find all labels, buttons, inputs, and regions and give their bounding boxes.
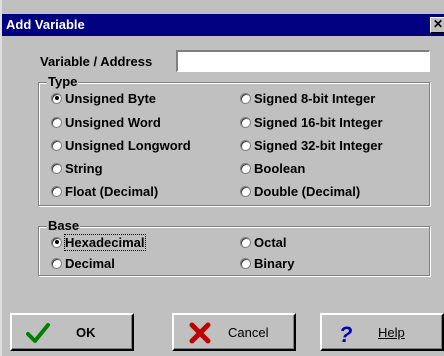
radio-indicator xyxy=(240,257,251,269)
radio-hexadecimal[interactable]: Hexadecimal xyxy=(51,233,146,251)
radio-unsigned-longword[interactable]: Unsigned Longword xyxy=(51,137,191,153)
help-label: Help xyxy=(378,325,405,340)
x-icon xyxy=(189,322,211,344)
radio-decimal[interactable]: Decimal xyxy=(51,255,115,271)
radio-indicator xyxy=(240,162,251,174)
dialog-title: Add Variable xyxy=(6,17,85,32)
address-input[interactable] xyxy=(176,50,430,72)
radio-indicator xyxy=(51,162,62,174)
help-button[interactable]: ? Help xyxy=(320,313,444,351)
radio-indicator xyxy=(240,139,251,151)
radio-octal[interactable]: Octal xyxy=(240,234,287,250)
close-button[interactable]: ✕ xyxy=(430,17,444,33)
radio-unsigned-word[interactable]: Unsigned Word xyxy=(51,114,161,130)
svg-text:?: ? xyxy=(339,322,352,345)
radio-indicator xyxy=(51,257,62,269)
radio-signed-8bit[interactable]: Signed 8-bit Integer xyxy=(240,90,375,106)
base-legend: Base xyxy=(47,218,81,233)
cancel-button[interactable]: Cancel xyxy=(172,313,296,351)
radio-double[interactable]: Double (Decimal) xyxy=(240,183,360,199)
radio-signed-16bit[interactable]: Signed 16-bit Integer xyxy=(240,114,383,130)
radio-indicator xyxy=(51,116,62,128)
radio-indicator xyxy=(240,116,251,128)
radio-indicator xyxy=(240,236,251,248)
question-icon: ? xyxy=(339,322,352,345)
address-label: Variable / Address xyxy=(40,54,153,69)
radio-indicator xyxy=(51,92,62,104)
cancel-label: Cancel xyxy=(228,325,269,340)
radio-indicator xyxy=(51,236,62,248)
radio-string[interactable]: String xyxy=(51,160,103,176)
radio-indicator xyxy=(240,92,251,104)
radio-indicator xyxy=(51,139,62,151)
radio-indicator xyxy=(51,185,62,197)
radio-indicator xyxy=(240,185,251,197)
close-icon: ✕ xyxy=(432,17,444,31)
radio-boolean[interactable]: Boolean xyxy=(240,160,305,176)
radio-binary[interactable]: Binary xyxy=(240,255,294,271)
type-legend: Type xyxy=(47,74,79,89)
add-variable-dialog: Add Variable ✕ Variable / Address Type U… xyxy=(0,0,444,356)
ok-button[interactable]: OK xyxy=(10,313,134,351)
radio-signed-32bit[interactable]: Signed 32-bit Integer xyxy=(240,137,383,153)
radio-float[interactable]: Float (Decimal) xyxy=(51,183,158,199)
ok-label: OK xyxy=(76,325,96,340)
checkmark-icon xyxy=(26,323,50,343)
radio-unsigned-byte[interactable]: Unsigned Byte xyxy=(51,90,156,106)
title-bar: Add Variable ✕ xyxy=(2,14,444,36)
